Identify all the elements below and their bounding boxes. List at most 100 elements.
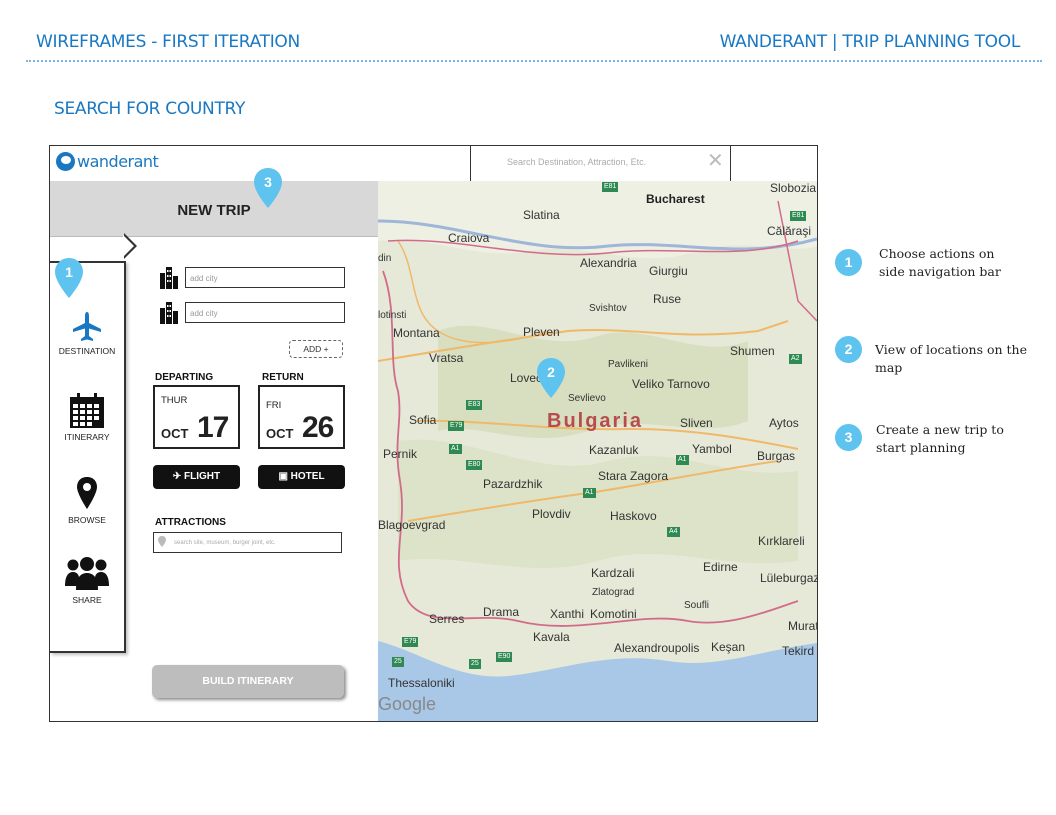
map-location-marker[interactable]: 2 [537,358,565,398]
map-label-pleven: Pleven [523,325,560,339]
road-badge: E81 [790,211,807,221]
map-label-drama: Drama [483,605,520,619]
road-badge: E83 [466,400,483,410]
map-label-yambol: Yambol [692,442,732,456]
road-badge: A1 [449,444,462,454]
add-city-button[interactable]: ADD + [289,340,343,358]
nav-label-browse: BROWSE [68,515,106,525]
return-month: OCT [266,426,294,441]
legend-text-1: Choose actions on side navigation bar [879,245,1001,281]
map-label-pavlikeni: Pavlikeni [608,359,649,370]
return-date-picker[interactable]: FRI OCT 26 [258,385,345,449]
search-input[interactable]: Search Destination, Attraction, Etc. ✕ [470,146,731,181]
hotel-button-label: HOTEL [290,471,325,482]
map-label-aytos: Aytos [769,416,799,430]
return-label: RETURN [262,372,304,383]
return-day: 26 [302,411,334,444]
return-weekday: FRI [266,400,282,411]
nav-label-destination: DESTINATION [58,346,116,356]
callout-marker-1-number: 1 [65,264,73,280]
map-label-bucharest: Bucharest [646,192,705,206]
callout-marker-1: 1 [55,258,83,298]
map-label-komotini: Komotini [590,607,637,621]
flight-button[interactable]: ✈ FLIGHT [153,465,240,489]
map-label-giurgiu: Giurgiu [649,264,688,278]
nav-item-itinerary[interactable]: ITINERARY [50,393,124,442]
building-icon [160,267,178,289]
section-title: SEARCH FOR COUNTRY [54,99,246,119]
map-label-slobozia: Slobozia [770,181,817,195]
map-label-montana: Montana [393,326,440,340]
map-label-murat: Murat [788,619,817,633]
map-label-zlatograd: Zlatograd [592,587,635,598]
flight-button-label: FLIGHT [184,471,221,482]
close-icon[interactable]: ✕ [707,151,724,171]
map-label-thessaloniki: Thessaloniki [388,676,455,690]
road-badge: 25 [392,657,404,667]
departing-weekday: THUR [161,395,188,406]
wanderant-logo-icon [56,152,75,171]
nav-label-share: SHARE [72,595,102,605]
road-badge: E79 [448,421,465,431]
departing-date-picker[interactable]: THUR OCT 17 [153,385,240,449]
legend-badge-3: 3 [835,424,862,451]
nav-item-browse[interactable]: BROWSE [50,476,124,525]
map-label-ruse: Ruse [653,292,682,306]
city-input-2[interactable]: add city [185,302,345,323]
map-label-alexandria: Alexandria [580,256,637,270]
road-badge: E80 [466,460,483,470]
road-badge: A1 [583,488,596,498]
map-label-kardzali: Kardzali [591,566,635,580]
logo-text: wanderant [77,152,159,171]
map-label-slatina: Slatina [523,208,560,222]
departing-month: OCT [161,426,189,441]
location-pin-icon [158,536,166,547]
map-label-kavala: Kavala [533,630,570,644]
search-placeholder: Search Destination, Attraction, Etc. [507,157,647,167]
nav-item-share[interactable]: SHARE [50,556,124,605]
map-label-pernik: Pernik [383,447,418,461]
map-label-serres: Serres [429,612,465,626]
road-badge: A4 [667,527,680,537]
legend-text-1-line2: side navigation bar [879,264,1001,279]
airplane-icon [73,312,101,341]
map-marker-number: 2 [547,364,555,380]
legend-text-2-line1: View of locations on the map [875,342,1027,375]
new-trip-title: NEW TRIP [177,202,251,219]
map-label-lom: lotinsti [378,310,407,321]
attractions-input[interactable]: search site, museum, burger joint, etc. [153,532,342,553]
airplane-icon: ✈ [172,471,185,482]
city-row-2: add city [160,302,345,324]
building-icon [160,302,178,324]
map-label-luleburgaz: Lüleburgaz [760,571,817,585]
nav-item-destination[interactable]: DESTINATION [50,309,124,356]
callout-marker-3-number: 3 [264,174,272,190]
map-label-calarasi: Călăraşi [767,224,812,238]
city-row-1: add city [160,267,345,289]
map-label-tekirdag: Tekird [782,644,815,658]
calendar-icon [70,393,104,428]
legend-badge-2: 2 [835,336,862,363]
legend-text-3: Create a new trip to start planning [876,421,1004,457]
app-window: wanderant Search Destination, Attraction… [49,145,818,722]
hotel-button[interactable]: ▣ HOTEL [258,465,345,489]
city-input-1[interactable]: add city [185,267,345,288]
map-label-kazanluk: Kazanluk [589,443,639,457]
map-pin-icon [77,477,97,509]
app-logo[interactable]: wanderant [56,152,159,171]
map-view[interactable]: Bucharest Slatina Craiova Alexandria Giu… [378,181,817,721]
callout-marker-3: 3 [254,168,282,208]
new-trip-header[interactable]: NEW TRIP [50,181,378,237]
legend-text-2: View of locations on the map [875,341,1056,377]
trip-panel: NEW TRIP DESTINATION ITINERARY BROWSE SH… [50,181,380,721]
map-label-vratsa: Vratsa [429,351,464,365]
app-topbar: wanderant Search Destination, Attraction… [50,146,817,182]
map-label-sevlievo: Sevlievo [568,393,606,404]
road-badge: A2 [789,354,802,364]
people-icon [65,557,109,590]
departing-label: DEPARTING [155,372,214,383]
map-label-vidin: din [378,253,392,264]
map-label-svishtov: Svishtov [589,303,627,314]
build-itinerary-button[interactable]: BUILD ITINERARY [152,665,344,698]
attractions-label: ATTRACTIONS [155,517,226,528]
